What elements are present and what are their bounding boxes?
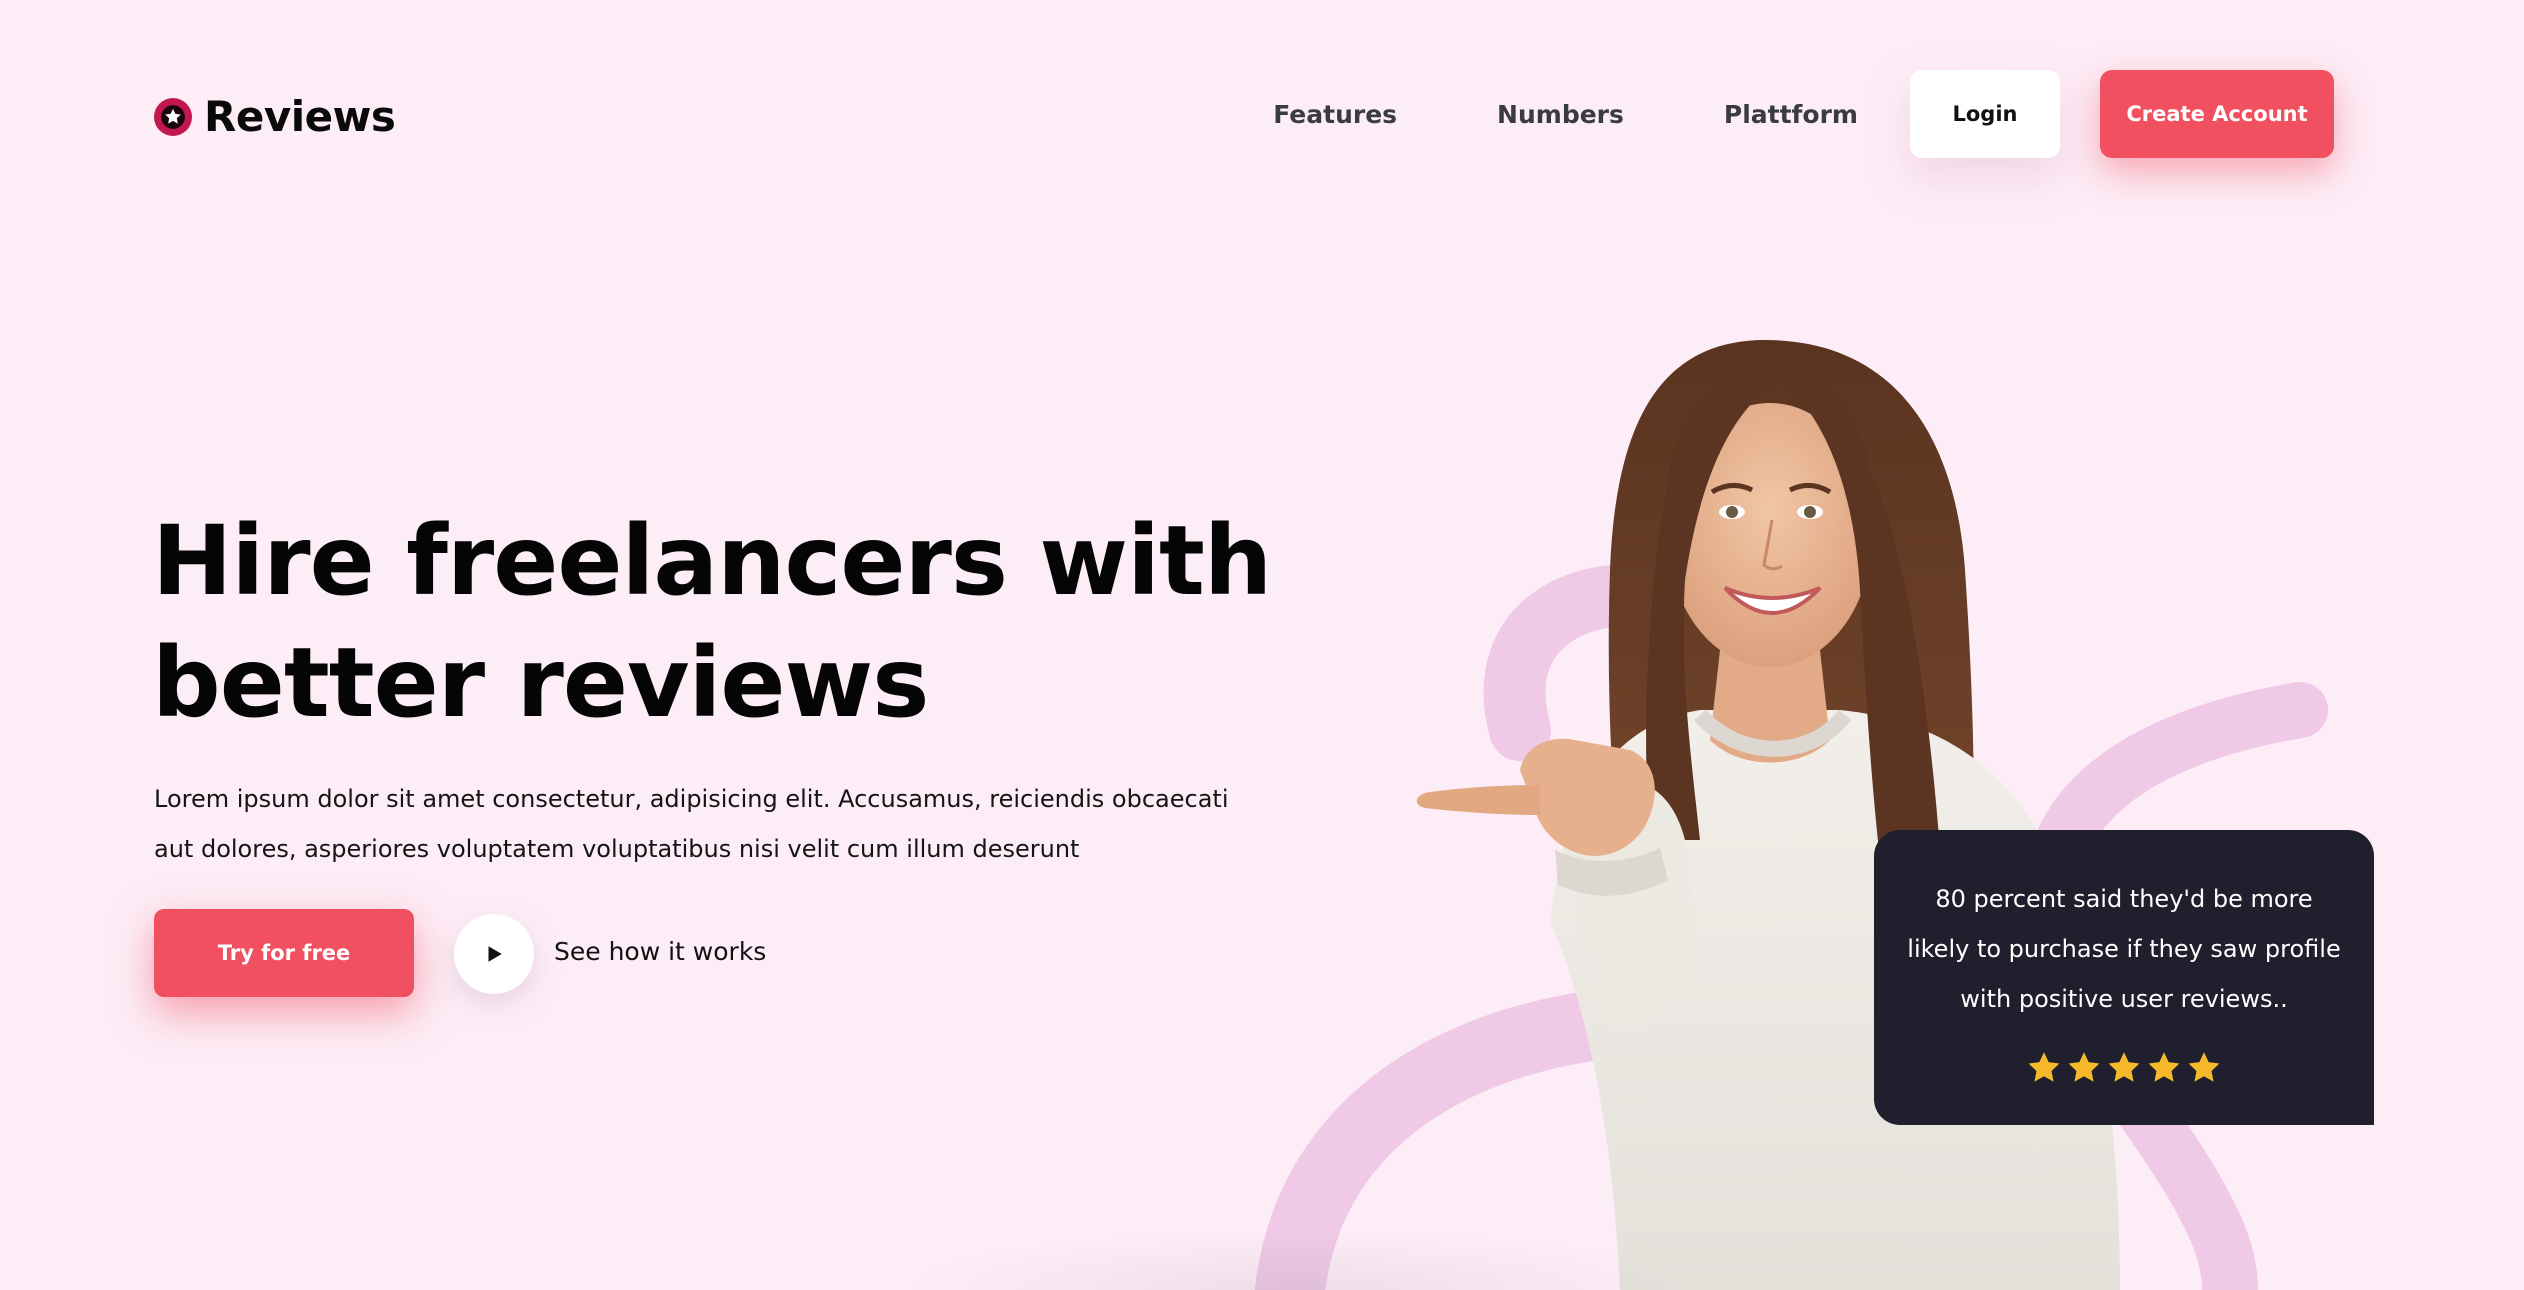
play-icon <box>488 946 502 962</box>
star-icon <box>2028 1052 2060 1082</box>
nav-link-features[interactable]: Features <box>1273 100 1397 129</box>
star-icon <box>2148 1052 2180 1082</box>
nav-link-plattform[interactable]: Plattform <box>1724 100 1858 129</box>
see-how-it-works-link[interactable]: See how it works <box>554 937 766 966</box>
create-account-button[interactable]: Create Account <box>2100 70 2334 158</box>
woman-pointing-image <box>1416 340 2120 1290</box>
nav-link-numbers[interactable]: Numbers <box>1497 100 1624 129</box>
landing-page: Reviews Features Numbers Plattform Login… <box>0 0 2524 1290</box>
star-icon <box>2108 1052 2140 1082</box>
hero-title: Hire freelancers with better reviews <box>152 505 1272 739</box>
logo-text: Reviews <box>204 92 396 141</box>
logo[interactable]: Reviews <box>154 92 396 141</box>
try-for-free-button[interactable]: Try for free <box>154 909 414 997</box>
play-button[interactable] <box>454 914 534 994</box>
star-icon <box>2188 1052 2220 1082</box>
hero-description: Lorem ipsum dolor sit amet consectetur, … <box>154 785 1229 863</box>
bottom-shadow <box>900 1230 1700 1290</box>
star-icon <box>2068 1052 2100 1082</box>
star-badge-icon <box>154 97 192 136</box>
main-nav: Features Numbers Plattform Login Create … <box>1273 70 2334 158</box>
star-rating <box>1904 1050 2344 1086</box>
review-card: 80 percent said they'd be more likely to… <box>1874 830 2374 1125</box>
review-text: 80 percent said they'd be more likely to… <box>1907 885 2341 1013</box>
login-button[interactable]: Login <box>1910 70 2060 158</box>
